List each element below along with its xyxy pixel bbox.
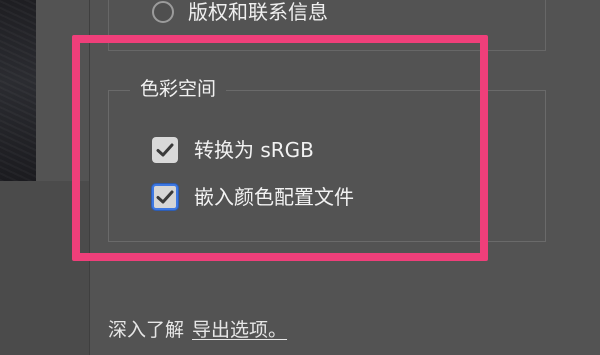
color-space-title: 色彩空间 xyxy=(130,76,227,102)
checkmark-icon xyxy=(156,190,174,204)
export-options-link[interactable]: 导出选项。 xyxy=(192,319,287,341)
image-preview-thumbnail xyxy=(0,0,36,181)
color-space-group-box xyxy=(108,90,546,242)
panel-divider xyxy=(89,0,90,355)
embed-color-profile-label: 嵌入颜色配置文件 xyxy=(194,185,354,209)
radio-label: 版权和联系信息 xyxy=(188,0,328,24)
left-panel-background xyxy=(0,181,89,355)
learn-more-footer: 深入了解 导出选项。 xyxy=(108,318,287,342)
convert-to-srgb-label: 转换为 sRGB xyxy=(194,138,314,162)
embed-color-profile-option[interactable]: 嵌入颜色配置文件 xyxy=(152,183,354,211)
metadata-copyright-contact-option[interactable]: 版权和联系信息 xyxy=(152,0,328,24)
radio-button[interactable] xyxy=(152,1,174,23)
convert-to-srgb-option[interactable]: 转换为 sRGB xyxy=(152,136,314,164)
convert-to-srgb-checkbox[interactable] xyxy=(152,137,178,163)
embed-color-profile-checkbox[interactable] xyxy=(152,184,178,210)
checkmark-icon xyxy=(156,143,174,157)
learn-more-text: 深入了解 xyxy=(108,319,185,341)
export-options-panel: 版权和联系信息 色彩空间 转换为 sRGB 嵌入颜色配置文件 深入了解 导出选项。 xyxy=(0,0,600,355)
